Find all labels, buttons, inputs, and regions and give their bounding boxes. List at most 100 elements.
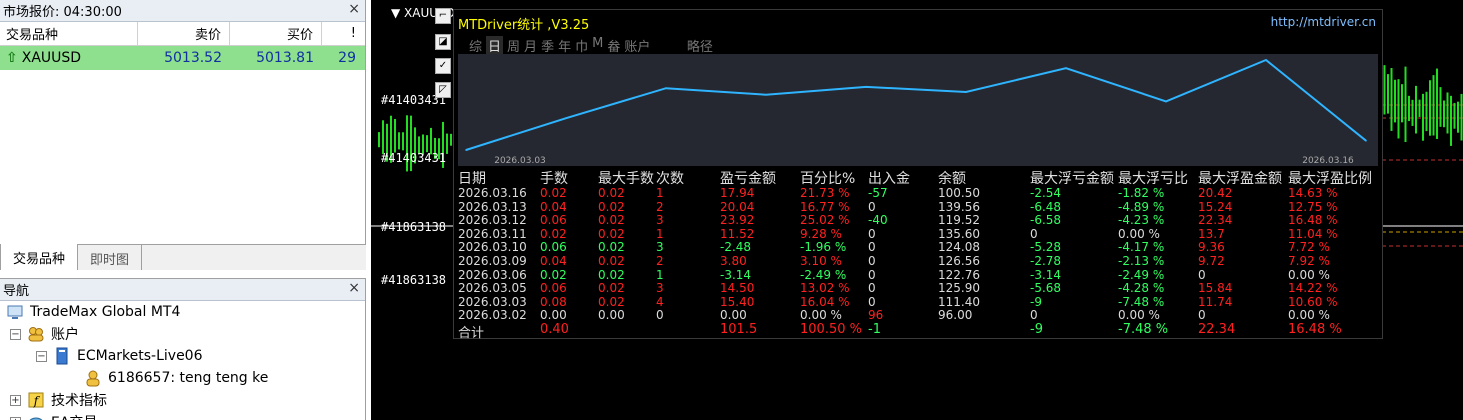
stats-cell-pct: -1.96 %	[800, 240, 847, 255]
period-tab[interactable]: 季	[541, 36, 554, 55]
stats-cell-count: 3	[656, 213, 664, 228]
stats-row: 2026.03.09 0.04 0.02 2 3.80 3.10 % 0 126.56 -2.7…	[458, 254, 1382, 268]
stats-cell-lots: 0.02	[540, 226, 567, 241]
stats-cell-max-dd: -2.78	[1030, 253, 1062, 268]
stats-cell-max-dd: 0	[1030, 308, 1038, 323]
up-arrow-icon: ⇧	[6, 50, 18, 66]
period-tab[interactable]: 综	[469, 36, 482, 55]
stats-cell-max-fp-pct: 10.60 %	[1288, 294, 1338, 309]
stats-row: 2026.03.05 0.06 0.02 3 14.50 13.02 % 0 125.90 -5…	[458, 281, 1382, 295]
close-icon[interactable]: ×	[348, 280, 360, 296]
balance-point	[1065, 67, 1067, 69]
column-header-symbol[interactable]: 交易品种	[0, 22, 138, 45]
period-tab[interactable]: 畚	[607, 36, 620, 55]
period-tab[interactable]: 账户	[624, 36, 650, 55]
tool-button[interactable]: ◸	[435, 82, 451, 98]
stats-cell-max-fp: 22.34	[1198, 213, 1233, 228]
stats-cell-max-fp: 13.7	[1198, 226, 1225, 241]
stats-column-header: 手数	[540, 171, 568, 187]
tree-label: EA交易	[51, 412, 97, 420]
stats-cell-max-fp: 0	[1198, 267, 1206, 282]
period-tab	[663, 36, 667, 55]
stats-cell-balance: 125.90	[938, 281, 980, 296]
period-tab[interactable]: M	[592, 36, 603, 55]
spread-value: 29	[338, 50, 356, 66]
stats-cell-max-fp-pct: 12.75 %	[1288, 199, 1338, 214]
stats-column-header: 最大浮亏金额	[1030, 171, 1114, 187]
stats-total-pnl: 101.5	[720, 321, 758, 337]
stats-cell-pct: 0.00 %	[800, 308, 842, 323]
tree-item-expert-advisors[interactable]: + EA交易	[10, 411, 97, 420]
stats-cell-max-lots: 0.02	[598, 240, 625, 255]
column-header-ask[interactable]: 买价	[230, 22, 322, 45]
stats-cell-flow: 0	[868, 199, 876, 214]
tool-button[interactable]: ✓	[435, 58, 451, 74]
tree-item-accounts[interactable]: − 账户	[10, 323, 79, 345]
stats-cell-balance: 126.56	[938, 253, 980, 268]
stats-column-header: 最大浮盈金额	[1198, 171, 1282, 187]
stats-cell-pnl: -2.48	[720, 240, 752, 255]
stats-cell-max-dd-pct: -7.48 %	[1118, 294, 1165, 309]
balance-point	[1165, 100, 1167, 103]
stats-column-header: 盈亏金额	[720, 171, 776, 187]
stats-total-max-fp-pct: 16.48 %	[1288, 321, 1342, 337]
market-watch-tabs: 交易品种 即时图	[0, 244, 366, 270]
balance-point	[1265, 59, 1267, 61]
stats-cell-balance: 139.56	[938, 199, 980, 214]
users-icon	[28, 327, 44, 342]
stats-cell-pnl: 17.94	[720, 186, 755, 200]
symbol-name: XAUUSD	[21, 50, 82, 66]
column-header-bid[interactable]: 卖价	[138, 22, 230, 45]
stats-cell-max-dd: -6.58	[1030, 213, 1062, 228]
stats-cell-max-fp-pct: 14.63 %	[1288, 186, 1338, 200]
navigator-panel: 导航 × TradeMax Global MT4 − 账户 − ECMarket…	[0, 278, 366, 420]
stats-cell-max-lots: 0.00	[598, 308, 625, 323]
close-icon[interactable]: ×	[348, 1, 360, 17]
market-watch-titlebar: 市场报价: 04:30:00 ×	[0, 0, 365, 22]
period-tab[interactable]: 周	[507, 36, 520, 55]
mt4-terminal: 市场报价: 04:30:00 × 交易品种 卖价 买价 ! ⇧ XAUUSD 5…	[0, 0, 1463, 420]
symbol-cell: ⇧ XAUUSD	[0, 46, 138, 70]
period-tab[interactable]: 巾	[575, 36, 588, 55]
collapse-icon[interactable]: −	[36, 350, 47, 362]
stats-cell-max-dd-pct: -4.17 %	[1118, 240, 1165, 255]
period-tab[interactable]: 年	[558, 36, 571, 55]
period-tab[interactable]: 日	[486, 36, 504, 55]
expand-icon[interactable]: +	[10, 416, 21, 420]
stats-column-header: 最大浮盈比例	[1288, 171, 1372, 187]
stats-cell-lots: 0.06	[540, 213, 567, 228]
tab-tick-chart[interactable]: 即时图	[78, 245, 143, 270]
tree-label: 6186657: teng teng ke	[108, 370, 269, 386]
tool-button[interactable]: ◪	[435, 34, 451, 50]
stats-cell-max-lots: 0.02	[598, 199, 625, 214]
stats-cell-pct: -2.49 %	[800, 267, 847, 282]
symbol-row-xauusd[interactable]: ⇧ XAUUSD 5013.52 5013.81 29	[0, 46, 365, 70]
tab-symbols[interactable]: 交易品种	[0, 244, 79, 270]
period-tab[interactable]: 月	[524, 36, 537, 55]
period-tab[interactable]: 略径	[687, 36, 713, 55]
stats-cell-max-dd: -6.48	[1030, 199, 1062, 214]
collapse-icon[interactable]: −	[10, 328, 21, 340]
bid-price: 5013.52	[164, 50, 222, 66]
expand-icon[interactable]: +	[10, 394, 21, 406]
stats-cell-max-fp: 15.84	[1198, 281, 1233, 296]
column-header-spread[interactable]: !	[322, 22, 362, 45]
tree-item-account[interactable]: 6186657: teng teng ke	[84, 367, 268, 389]
stats-row: 2026.03.11 0.02 0.02 1 11.52 9.28 % 0 135.60 0 0.…	[458, 227, 1382, 241]
tree-item-indicators[interactable]: + f 技术指标	[10, 389, 107, 411]
stats-cell-max-fp: 9.72	[1198, 253, 1225, 268]
tool-button[interactable]: ⌐	[435, 8, 451, 24]
stats-column-header: 日期	[458, 171, 486, 187]
tree-item-broker[interactable]: TradeMax Global MT4	[6, 301, 180, 323]
stats-cell-date: 2026.03.11	[458, 226, 527, 241]
stats-row: 2026.03.16 0.02 0.02 1 17.94 21.73 % -57 100.50…	[458, 186, 1382, 200]
period-tab	[654, 36, 658, 55]
stats-cell-date: 2026.03.16	[458, 186, 527, 200]
stats-row: 2026.03.12 0.06 0.02 3 23.92 25.02 % -40 119.52…	[458, 213, 1382, 227]
stats-cell-pnl: 23.92	[720, 213, 755, 228]
stats-cell-flow: 0	[868, 226, 876, 241]
stats-cell-max-fp-pct: 14.22 %	[1288, 281, 1338, 296]
tree-item-server[interactable]: − ECMarkets-Live06	[36, 345, 203, 367]
mtdriver-link[interactable]: http://mtdriver.cn	[1271, 15, 1376, 29]
stats-cell-balance: 122.76	[938, 267, 980, 282]
